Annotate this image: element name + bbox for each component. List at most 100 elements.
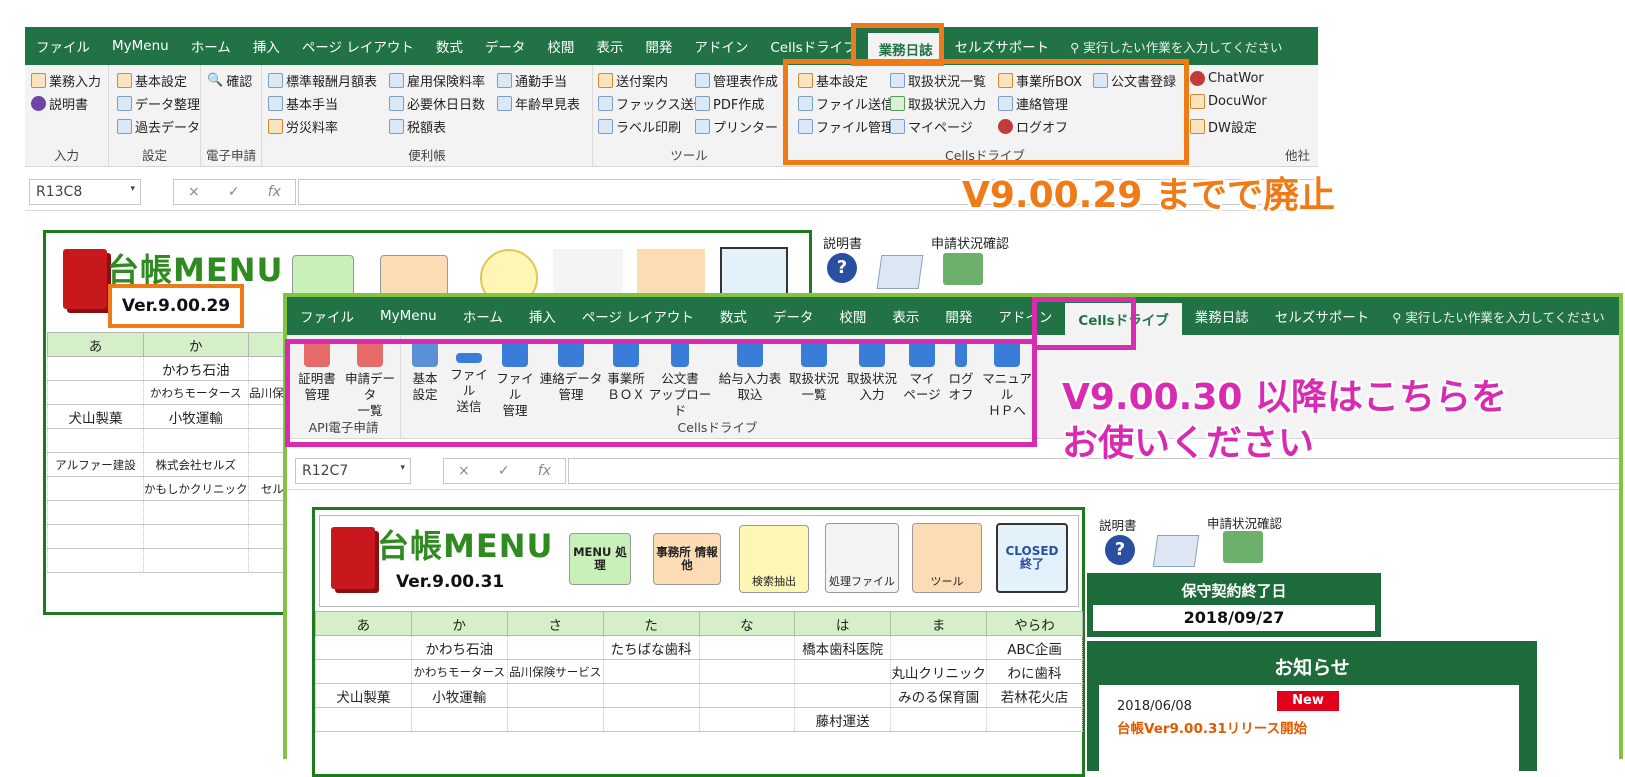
btn-docuworks[interactable]: DocuWor [1190,94,1267,109]
btn-zeigaku[interactable]: 税額表 [389,117,446,136]
tab-formulas[interactable]: 数式 [425,27,474,65]
cell[interactable] [47,500,144,525]
btn-sofu[interactable]: 送付案内 [598,71,668,90]
cell[interactable] [506,707,604,732]
btn-hyojun[interactable]: 標準報酬月額表 [268,71,377,90]
btn-manual[interactable]: 説明書 [31,94,88,113]
tab-data[interactable]: データ [760,297,827,335]
tab-mymenu[interactable]: MyMenu [367,297,450,335]
tab-file[interactable]: ファイル [25,27,101,65]
tab-insert[interactable]: 挿入 [242,27,291,65]
tab-review[interactable]: 校閲 [536,27,585,65]
tab-data[interactable]: データ [474,27,537,65]
cell[interactable] [698,659,796,684]
chevron-down-icon[interactable]: ▾ [130,184,135,194]
cell[interactable] [794,683,892,708]
cell[interactable] [602,707,700,732]
btn-printer[interactable]: プリンター [695,117,778,136]
cell[interactable] [315,659,412,684]
cell[interactable] [47,476,144,501]
cell[interactable]: 藤村運送 [794,707,892,732]
enter-icon[interactable]: ✓ [498,463,510,479]
process-file-button[interactable]: 処理ファイル [825,523,899,593]
btn-label[interactable]: ラベル印刷 [598,117,681,136]
cell[interactable]: 小牧運輸 [143,404,249,429]
btn-kihonteate[interactable]: 基本手当 [268,94,338,113]
fx-icon[interactable]: fx [268,184,281,200]
btn-past-data[interactable]: 過去データ [117,117,200,136]
btn-kanrihyo[interactable]: 管理表作成 [695,71,778,90]
cancel-icon[interactable]: × [458,463,470,479]
cell[interactable] [794,659,892,684]
cell[interactable] [47,548,144,573]
closed-exit-button[interactable]: CLOSED 終了 [996,523,1068,593]
cancel-icon[interactable]: × [188,184,200,200]
cell[interactable]: かわち石油 [410,635,508,660]
cell[interactable]: 品川保険サービス [506,659,604,684]
calendar-icon[interactable] [1152,535,1200,567]
cell[interactable] [143,428,249,453]
tab-view[interactable]: 表示 [585,27,634,65]
cell[interactable]: 犬山製菓 [315,683,412,708]
cell[interactable] [698,635,796,660]
tab-cells-support[interactable]: セルズサポート [1262,297,1383,335]
tab-developer[interactable]: 開発 [634,27,683,65]
tab-developer[interactable]: 開発 [932,297,985,335]
tab-view[interactable]: 表示 [879,297,932,335]
btn-pdf[interactable]: PDF作成 [695,94,764,113]
cell[interactable] [506,683,604,708]
cell[interactable] [986,707,1083,732]
help-icon[interactable]: ? [827,253,857,283]
cell[interactable] [143,524,249,549]
search-extract-button[interactable]: 検索抽出 [739,525,809,593]
office-info-button[interactable]: 事務所 情報他 [653,533,721,585]
btn-gyomu-input[interactable]: 業務入力 [31,71,101,90]
cell[interactable] [698,707,796,732]
cell[interactable] [47,524,144,549]
btn-fax[interactable]: ファックス送信 [598,94,707,113]
cell[interactable] [47,356,144,381]
cell[interactable] [143,500,249,525]
tool-button[interactable]: ツール [912,523,982,593]
btn-koyo[interactable]: 雇用保険料率 [389,71,485,90]
btn-confirm[interactable]: 🔍 確認 [207,71,252,90]
cell[interactable] [47,380,144,405]
btn-nenrei[interactable]: 年齢早見表 [497,94,580,113]
fx-icon[interactable]: fx [538,463,551,479]
cell[interactable] [602,659,700,684]
cell[interactable] [47,428,144,453]
btn-chatwork[interactable]: ChatWor [1190,71,1264,86]
name-box[interactable]: R12C7 ▾ [295,458,411,484]
chevron-down-icon[interactable]: ▾ [400,463,405,473]
cell[interactable]: かわちモータース [410,659,508,684]
enter-icon[interactable]: ✓ [228,184,240,200]
name-box[interactable]: R13C8 ▾ [29,179,141,205]
cell[interactable] [143,548,249,573]
cell[interactable]: 橋本歯科医院 [794,635,892,660]
cell[interactable]: 若林花火店 [986,683,1083,708]
btn-data-organize[interactable]: データ整理 [117,94,200,113]
cell[interactable]: かもしかクリニック [143,476,249,501]
tab-file[interactable]: ファイル [287,297,367,335]
menu-process-button[interactable]: MENU 処理 [569,533,631,585]
tab-gyomu-nisshi[interactable]: 業務日誌 [1182,297,1262,335]
news-link[interactable]: 台帳Ver9.00.31リリース開始 [1117,717,1307,737]
cell[interactable]: 小牧運輸 [410,683,508,708]
tab-mymenu[interactable]: MyMenu [101,27,180,65]
btn-tsukin[interactable]: 通勤手当 [497,71,567,90]
tell-me-box[interactable]: ⚲ 実行したい作業を入力してください [1392,307,1604,326]
btn-rosai[interactable]: 労災料率 [268,117,338,136]
btn-kyujitsu[interactable]: 必要休日日数 [389,94,485,113]
laptop-icon[interactable] [943,253,983,285]
tab-insert[interactable]: 挿入 [516,297,569,335]
cell[interactable] [890,707,988,732]
cell[interactable] [698,683,796,708]
cell[interactable]: ABC企画 [986,635,1083,660]
help-icon[interactable]: ? [1105,535,1135,565]
btn-dw-settings[interactable]: DW設定 [1190,117,1257,136]
cell[interactable] [602,683,700,708]
cell[interactable]: 犬山製菓 [47,404,144,429]
cell[interactable]: わに歯科 [986,659,1083,684]
calendar-icon[interactable] [876,255,924,289]
cell[interactable]: かわちモータース [143,380,249,405]
